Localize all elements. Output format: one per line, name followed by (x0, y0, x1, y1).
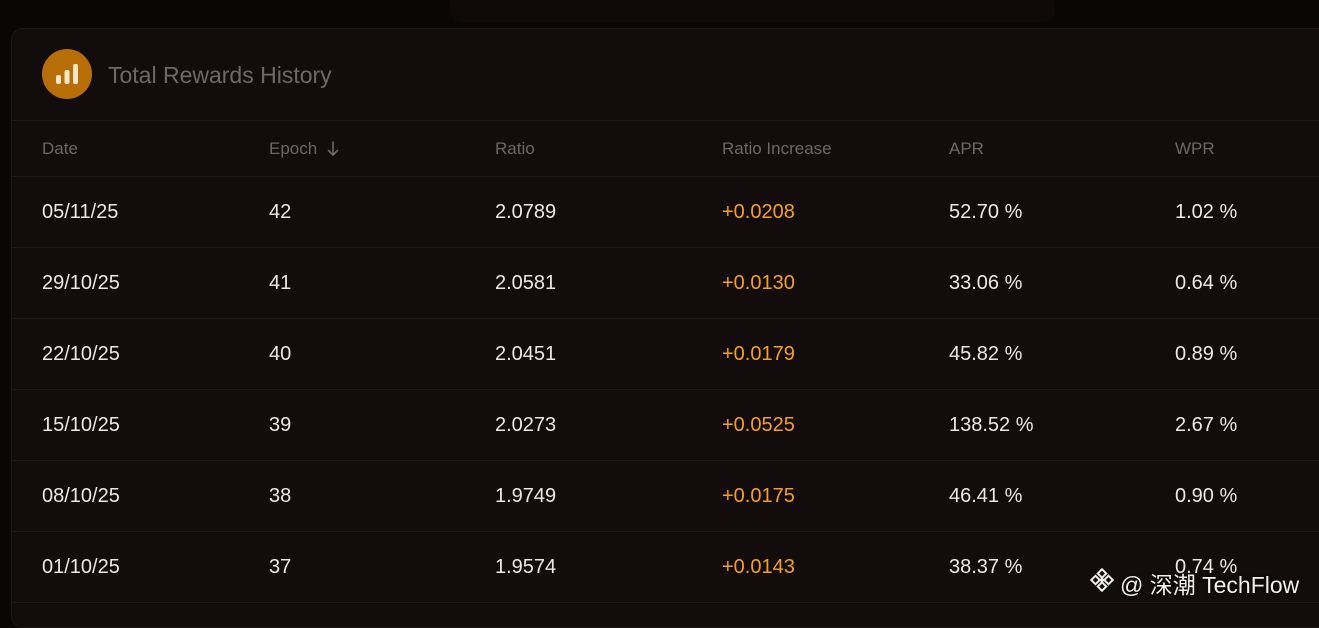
techflow-watermark: @ 深潮 TechFlow (1089, 567, 1300, 598)
cell-epoch: 41 (269, 271, 292, 294)
cell-ratio-increase: +0.0130 (722, 271, 795, 294)
column-header-apr[interactable]: APR (949, 121, 984, 176)
cell-wpr: 0.89 % (1175, 342, 1238, 365)
binance-logo-icon (1089, 567, 1115, 598)
cell-ratio-increase: +0.0143 (722, 555, 795, 578)
cell-ratio-increase: +0.0525 (722, 413, 795, 436)
column-header-epoch[interactable]: Epoch (269, 121, 339, 176)
top-panel-edge (450, 0, 1055, 22)
cell-ratio-increase: +0.0179 (722, 342, 795, 365)
cell-epoch: 38 (269, 484, 292, 507)
column-header-epoch-label: Epoch (269, 138, 318, 158)
cell-wpr: 1.02 % (1175, 200, 1238, 223)
column-header-ratio-increase[interactable]: Ratio Increase (722, 121, 832, 176)
cell-date: 08/10/25 (42, 484, 120, 507)
cell-epoch: 39 (269, 413, 292, 436)
card-header: Total Rewards History (12, 29, 1319, 121)
table-row: 15/10/25 39 2.0273 +0.0525 138.52 % 2.67… (12, 390, 1319, 461)
table-row: 08/10/25 38 1.9749 +0.0175 46.41 % 0.90 … (12, 461, 1319, 532)
table-row: 22/10/25 40 2.0451 +0.0179 45.82 % 0.89 … (12, 319, 1319, 390)
cell-date: 22/10/25 (42, 342, 120, 365)
cell-apr: 33.06 % (949, 271, 1023, 294)
cell-ratio-increase: +0.0175 (722, 484, 795, 507)
table-row: 29/10/25 41 2.0581 +0.0130 33.06 % 0.64 … (12, 248, 1319, 319)
cell-date: 15/10/25 (42, 413, 120, 436)
table-header: Date Epoch Ratio Ratio Increase APR WPR (12, 121, 1319, 177)
column-header-date[interactable]: Date (42, 121, 78, 176)
cell-date: 01/10/25 (42, 555, 120, 578)
cell-ratio: 1.9749 (495, 484, 557, 507)
cell-wpr: 0.64 % (1175, 271, 1238, 294)
cell-ratio: 2.0273 (495, 413, 557, 436)
rewards-history-card: Total Rewards History Date Epoch Ratio R… (11, 28, 1319, 628)
arrow-down-icon[interactable] (327, 140, 339, 157)
cell-wpr: 0.90 % (1175, 484, 1238, 507)
cell-apr: 46.41 % (949, 484, 1023, 507)
cell-epoch: 40 (269, 342, 292, 365)
watermark-text: @ 深潮 TechFlow (1120, 572, 1300, 598)
table-row: 05/11/25 42 2.0789 +0.0208 52.70 % 1.02 … (12, 177, 1319, 248)
cell-wpr: 2.67 % (1175, 413, 1238, 436)
cell-ratio: 2.0451 (495, 342, 557, 365)
card-title: Total Rewards History (108, 62, 332, 88)
cell-epoch: 42 (269, 200, 292, 223)
cell-ratio-increase: +0.0208 (722, 200, 795, 223)
cell-apr: 38.37 % (949, 555, 1023, 578)
cell-date: 29/10/25 (42, 271, 120, 294)
column-header-ratio[interactable]: Ratio (495, 121, 535, 176)
cell-apr: 52.70 % (949, 200, 1023, 223)
cell-apr: 138.52 % (949, 413, 1034, 436)
cell-epoch: 37 (269, 555, 292, 578)
cell-ratio: 2.0789 (495, 200, 557, 223)
cell-ratio: 1.9574 (495, 555, 557, 578)
cell-apr: 45.82 % (949, 342, 1023, 365)
cell-ratio: 2.0581 (495, 271, 557, 294)
cell-date: 05/11/25 (42, 200, 119, 223)
bar-chart-icon (42, 49, 92, 99)
column-header-wpr[interactable]: WPR (1175, 121, 1215, 176)
